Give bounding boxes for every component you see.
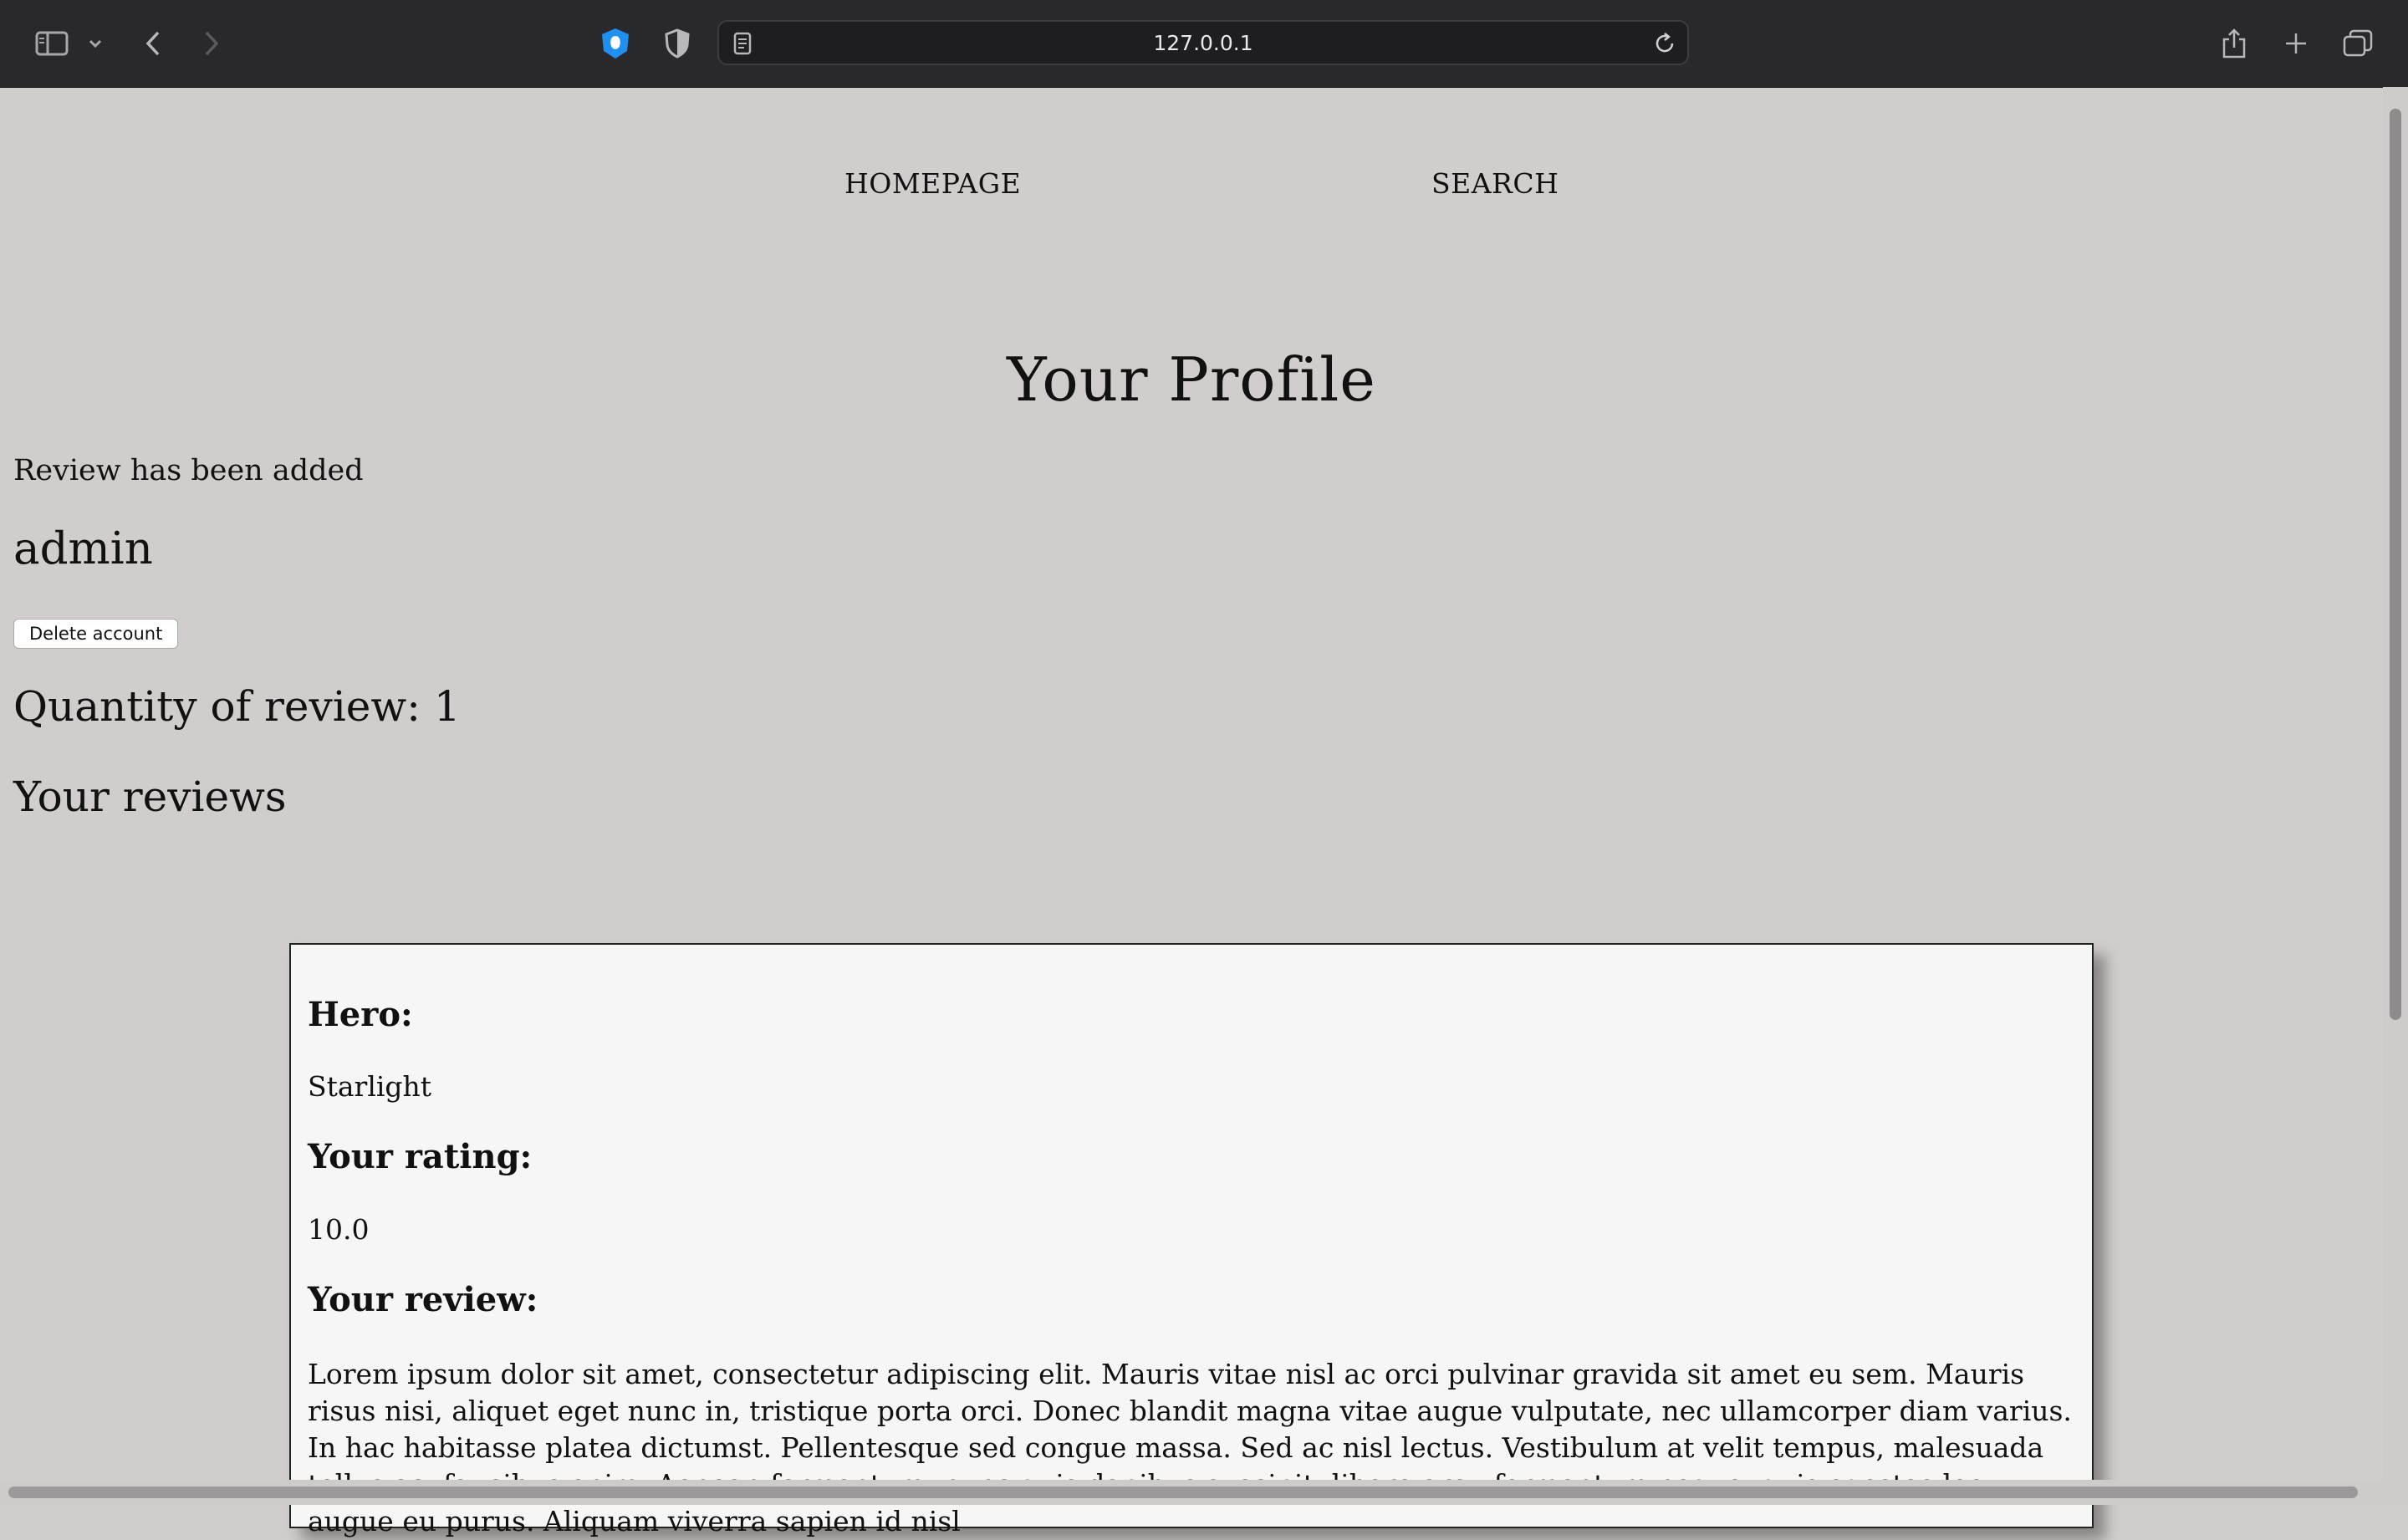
nav-search-link[interactable]: SEARCH	[1431, 167, 1559, 200]
review-label: Your review:	[308, 1280, 538, 1319]
status-message: Review has been added	[13, 454, 364, 487]
nav-homepage-link[interactable]: HOMEPAGE	[844, 167, 1021, 200]
horizontal-scrollbar-thumb[interactable]	[8, 1486, 2358, 1498]
hero-value: Starlight	[308, 1070, 432, 1103]
shield-icon[interactable]	[661, 23, 694, 64]
back-icon[interactable]	[140, 23, 166, 64]
page-title: Your Profile	[1007, 344, 1376, 415]
url-text[interactable]: 127.0.0.1	[719, 22, 1687, 64]
delete-account-button[interactable]: Delete account	[13, 619, 179, 649]
site-nav: HOMEPAGE SEARCH	[0, 167, 2383, 209]
review-quantity: Quantity of review: 1	[13, 682, 461, 731]
vertical-scrollbar[interactable]	[2383, 87, 2408, 1505]
reviews-heading: Your reviews	[13, 773, 287, 821]
rating-value: 10.0	[308, 1213, 370, 1246]
new-tab-icon[interactable]	[2281, 23, 2311, 64]
extension-icon[interactable]	[595, 23, 635, 64]
tabs-overview-icon[interactable]	[2341, 23, 2375, 64]
browser-toolbar: 127.0.0.1	[0, 0, 2408, 88]
review-text: Lorem ipsum dolor sit amet, consectetur …	[308, 1358, 2072, 1537]
username-heading: admin	[13, 523, 153, 574]
chevron-down-icon[interactable]	[87, 23, 104, 64]
horizontal-scrollbar[interactable]	[0, 1480, 2383, 1505]
review-card: Hero: Starlight Your rating: 10.0 Your r…	[289, 943, 2094, 1537]
share-icon[interactable]	[2219, 23, 2249, 64]
reload-icon[interactable]	[1652, 31, 1677, 56]
sidebar-icon[interactable]	[33, 23, 70, 64]
hero-label: Hero:	[308, 995, 413, 1034]
forward-icon[interactable]	[199, 23, 224, 64]
vertical-scrollbar-thumb[interactable]	[2390, 109, 2401, 1020]
rating-label: Your rating:	[308, 1137, 533, 1176]
address-bar[interactable]: 127.0.0.1	[717, 20, 1689, 65]
